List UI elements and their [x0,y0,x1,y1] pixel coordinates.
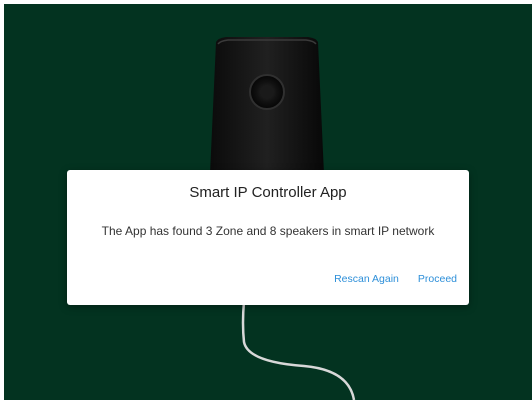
rescan-again-button[interactable]: Rescan Again [334,273,399,285]
alert-dialog: Smart IP Controller App The App has foun… [67,170,469,305]
dialog-message: The App has found 3 Zone and 8 speakers … [101,224,435,238]
dialog-title: Smart IP Controller App [189,184,347,201]
proceed-button[interactable]: Proceed [418,273,457,285]
dialog-actions: Rescan Again Proceed [334,273,457,285]
app-screen: Smart IP Controller App The App has foun… [4,4,532,400]
